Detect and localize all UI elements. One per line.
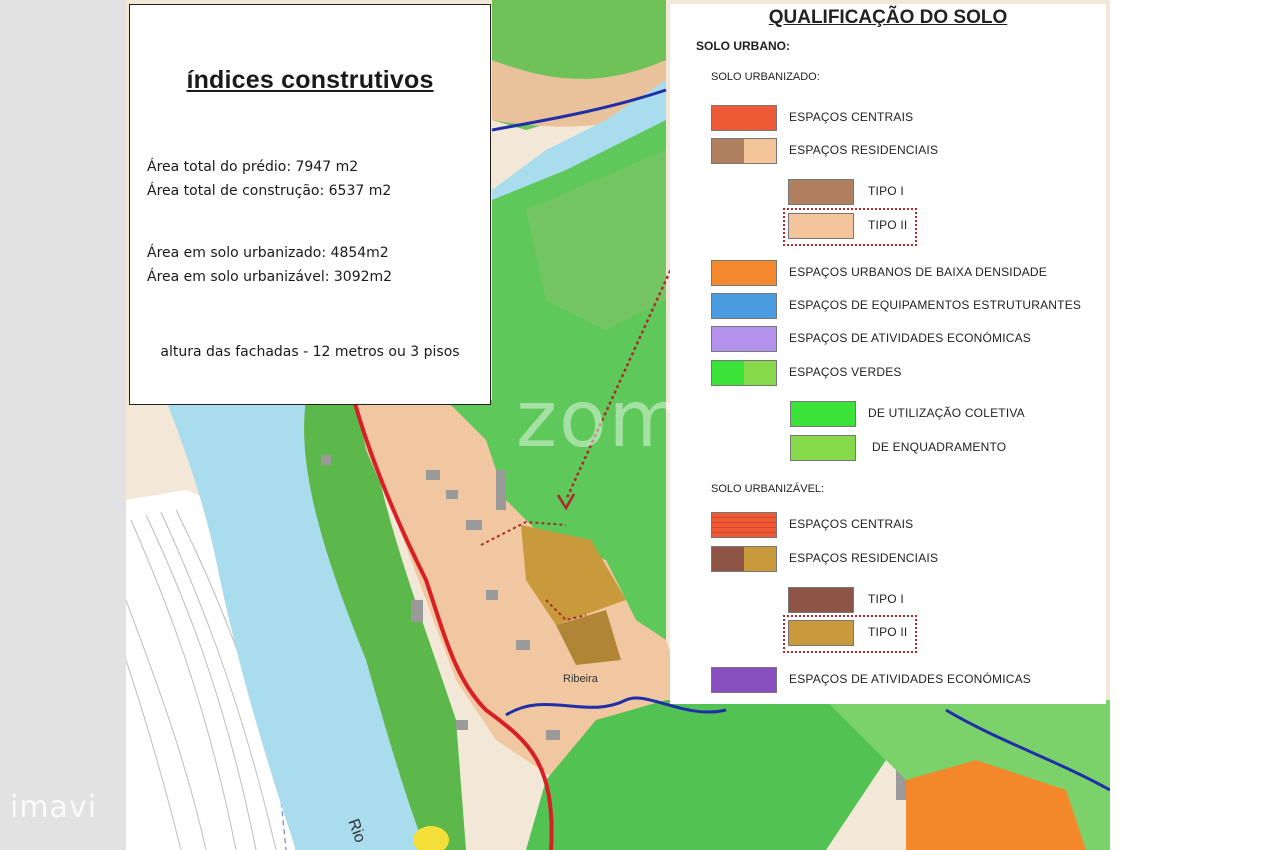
swatch-striped: [711, 512, 777, 538]
swatch: [790, 401, 856, 427]
area-construcao: Área total de construção: 6537 m2: [147, 183, 392, 199]
area-predio: Área total do prédio: 7947 m2: [147, 159, 359, 175]
legend-label: TIPO II: [868, 625, 908, 639]
legend-label: TIPO II: [868, 218, 908, 232]
image-viewer: zome Ribeira Rio índices construtivos Ár…: [0, 0, 1280, 850]
legend-label: ESPAÇOS CENTRAIS: [789, 110, 914, 124]
area-urbanizado: Área em solo urbanizado: 4854m2: [147, 245, 389, 261]
swatch-split: [711, 138, 777, 164]
swatch: [711, 105, 777, 131]
facade-height: altura das fachadas - 12 metros ou 3 pis…: [160, 344, 460, 360]
swatch-split: [711, 546, 777, 572]
swatch: [788, 179, 854, 205]
swatch: [790, 435, 856, 461]
swatch-split: [711, 360, 777, 386]
legend-label: ESPAÇOS VERDES: [789, 365, 902, 379]
swatch: [711, 260, 777, 286]
legend-title: QUALIFICAÇÃO DO SOLO: [768, 7, 1008, 28]
indices-title: índices construtivos: [186, 66, 434, 94]
heading-solo-urbanizavel: SOLO URBANIZÁVEL:: [711, 483, 825, 495]
heading-solo-urbanizado: SOLO URBANIZADO:: [711, 71, 820, 83]
swatch: [788, 587, 854, 613]
legend-label: TIPO I: [868, 592, 904, 606]
site-watermark: imavi: [10, 790, 98, 825]
area-urbanizavel: Área em solo urbanizável: 3092m2: [147, 269, 393, 285]
soil-legend: QUALIFICAÇÃO DO SOLO SOLO URBANO: SOLO U…: [670, 4, 1106, 704]
legend-label: ESPAÇOS DE ATIVIDADES ECONÓMICAS: [789, 331, 1032, 345]
swatch: [788, 213, 854, 239]
right-margin: [1110, 0, 1280, 850]
legend-label: ESPAÇOS DE ATIVIDADES ECONÓMICAS: [789, 672, 1032, 686]
legend-label: ESPAÇOS RESIDENCIAIS: [789, 143, 939, 157]
swatch: [711, 667, 777, 693]
legend-label: ESPAÇOS DE EQUIPAMENTOS ESTRUTURANTES: [789, 298, 1082, 312]
swatch: [788, 620, 854, 646]
legend-label: TIPO I: [868, 184, 904, 198]
place-label: Ribeira: [563, 673, 598, 685]
legend-label: ESPAÇOS CENTRAIS: [789, 517, 914, 531]
legend-label: DE ENQUADRAMENTO: [872, 440, 1007, 454]
legend-label: ESPAÇOS RESIDENCIAIS: [789, 551, 939, 565]
legend-label: DE UTILIZAÇÃO COLETIVA: [868, 406, 1025, 420]
left-margin: [0, 0, 126, 850]
swatch: [711, 293, 777, 319]
building-indices-box: índices construtivos Área total do prédi…: [129, 4, 491, 405]
swatch: [711, 326, 777, 352]
heading-solo-urbano: SOLO URBANO:: [696, 39, 790, 53]
legend-label: ESPAÇOS URBANOS DE BAIXA DENSIDADE: [789, 265, 1047, 279]
